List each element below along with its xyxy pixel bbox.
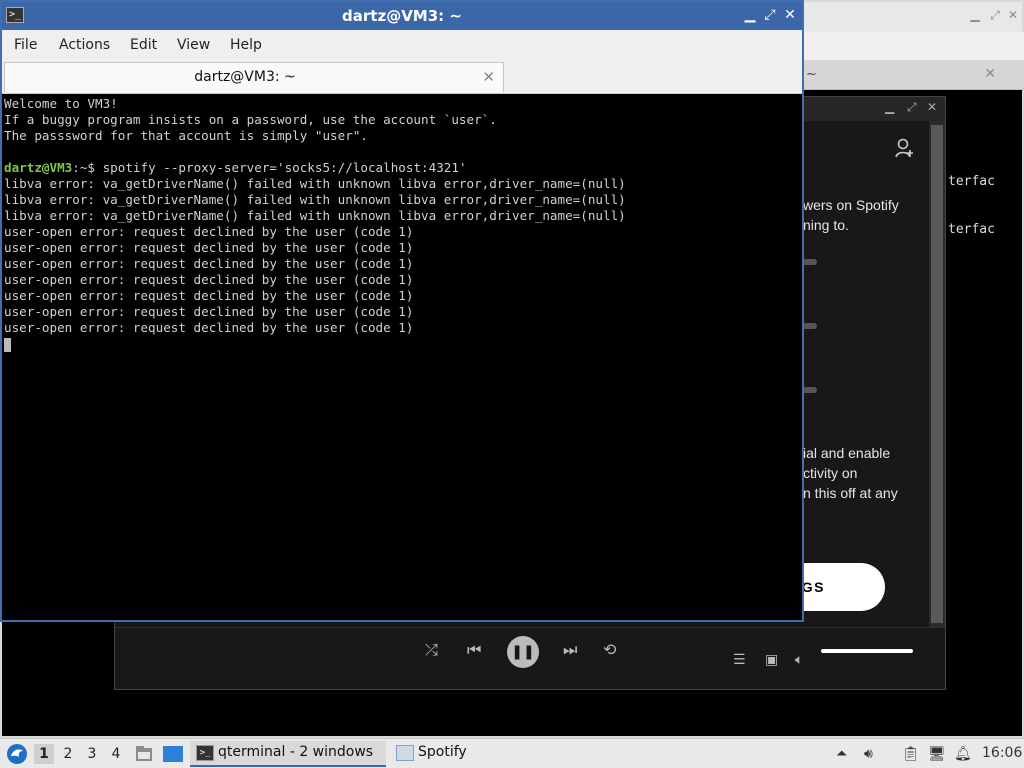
network-icon[interactable]: 🖥︎ bbox=[928, 746, 946, 762]
terminal-tabbar: dartz@VM3: ~ ✕ bbox=[2, 60, 802, 94]
terminal-output[interactable]: Welcome to VM3! If a buggy program insis… bbox=[2, 94, 802, 620]
text-cursor bbox=[4, 337, 11, 352]
maximize-icon[interactable]: ⤢ bbox=[988, 8, 1002, 22]
desktop-4-button[interactable]: 4 bbox=[106, 744, 126, 764]
terminal-line: user-open error: request declined by the… bbox=[4, 288, 414, 303]
clock[interactable]: 16:06 bbox=[982, 745, 1022, 761]
scrollbar-thumb[interactable] bbox=[931, 125, 943, 623]
terminal-line: libva error: va_getDriverName() failed w… bbox=[4, 176, 626, 191]
maximize-icon[interactable]: ⤢ bbox=[762, 7, 778, 23]
terminal-line: libva error: va_getDriverName() failed w… bbox=[4, 208, 626, 223]
minimize-icon[interactable]: ▁ bbox=[742, 7, 758, 23]
spotify-text: ning to. bbox=[803, 217, 849, 233]
menu-help[interactable]: Help bbox=[230, 37, 262, 53]
add-friend-icon[interactable] bbox=[895, 137, 915, 159]
terminal-tab[interactable]: dartz@VM3: ~ ✕ bbox=[4, 62, 504, 92]
close-icon[interactable]: ✕ bbox=[782, 7, 798, 23]
repeat-icon[interactable]: ⟲ bbox=[603, 640, 616, 659]
volume-icon[interactable]: 🔊︎ bbox=[864, 746, 873, 762]
tab-close-icon[interactable]: ✕ bbox=[482, 68, 495, 86]
maximize-icon[interactable]: ⤢ bbox=[907, 100, 917, 115]
queue-icon[interactable]: ☰ bbox=[733, 652, 746, 668]
menubar: File Actions Edit View Help bbox=[2, 30, 802, 60]
window-icon bbox=[396, 745, 414, 761]
scroll-up-icon[interactable]: ⏶ bbox=[836, 746, 847, 762]
terminal-line: user-open error: request declined by the… bbox=[4, 320, 414, 335]
terminal-titlebar[interactable]: >_ dartz@VM3: ~ ▁ ⤢ ✕ bbox=[2, 2, 802, 30]
background-terminal-text: terfac bbox=[948, 174, 995, 189]
desktop-2-button[interactable]: 2 bbox=[58, 744, 78, 764]
tab-label: ~ bbox=[806, 67, 817, 82]
menu-edit[interactable]: Edit bbox=[130, 37, 157, 53]
desktop-1-button[interactable]: 1 bbox=[34, 744, 54, 764]
app-menu-icon[interactable] bbox=[6, 743, 28, 765]
minimize-icon[interactable]: ▁ bbox=[885, 100, 894, 114]
background-window-menubar bbox=[802, 32, 1024, 60]
close-icon[interactable]: ✕ bbox=[927, 100, 937, 114]
task-label: qterminal - 2 windows bbox=[218, 744, 374, 760]
terminal-line: user-open error: request declined by the… bbox=[4, 304, 414, 319]
background-terminal-text: terfac bbox=[948, 222, 995, 237]
menu-view[interactable]: View bbox=[177, 37, 210, 53]
volume-slider[interactable] bbox=[821, 649, 913, 653]
file-manager-icon[interactable] bbox=[134, 744, 154, 764]
terminal-line: The passsword for that account is simply… bbox=[4, 128, 368, 143]
window-title: dartz@VM3: ~ bbox=[342, 7, 462, 25]
shuffle-icon[interactable]: ⤮ bbox=[425, 640, 438, 660]
menu-actions[interactable]: Actions bbox=[59, 37, 110, 53]
terminal-line: libva error: va_getDriverName() failed w… bbox=[4, 192, 626, 207]
spotify-scrollbar[interactable] bbox=[929, 121, 945, 627]
prompt-suffix: :~$ bbox=[72, 160, 103, 175]
cursor-line bbox=[4, 336, 800, 352]
terminal-line: user-open error: request declined by the… bbox=[4, 272, 414, 287]
task-spotify[interactable]: Spotify bbox=[390, 741, 500, 767]
minimize-icon[interactable]: ▁ bbox=[968, 8, 982, 22]
show-desktop-icon[interactable] bbox=[162, 744, 184, 764]
volume-icon[interactable]: 🔈︎ bbox=[795, 652, 803, 668]
prompt: dartz@VM3 bbox=[4, 160, 73, 175]
terminal-line: If a buggy program insists on a password… bbox=[4, 112, 497, 127]
task-label: Spotify bbox=[418, 744, 467, 760]
spotify-player-bar: ⤮ ⏮ ❚❚ ⏭ ⟲ ☰ ▣ 🔈︎ bbox=[115, 627, 945, 689]
connect-device-icon[interactable]: ▣ bbox=[765, 652, 778, 668]
terminal-line: Welcome to VM3! bbox=[4, 96, 118, 111]
terminal-window[interactable]: >_ dartz@VM3: ~ ▁ ⤢ ✕ File Actions Edit … bbox=[0, 0, 804, 622]
next-icon[interactable]: ⏭ bbox=[563, 640, 577, 660]
clipboard-icon[interactable]: 📋︎ bbox=[902, 746, 920, 762]
terminal-line: user-open error: request declined by the… bbox=[4, 256, 414, 271]
pause-button[interactable]: ❚❚ bbox=[507, 636, 539, 668]
terminal-line: user-open error: request declined by the… bbox=[4, 240, 414, 255]
previous-icon[interactable]: ⏮ bbox=[467, 640, 481, 660]
background-window-tab[interactable]: ~ ✕ bbox=[802, 60, 1024, 90]
desktop-3-button[interactable]: 3 bbox=[82, 744, 102, 764]
menu-file[interactable]: File bbox=[14, 37, 37, 53]
task-qterminal[interactable]: >_ qterminal - 2 windows bbox=[190, 741, 386, 767]
spotify-text: ctivity on bbox=[803, 465, 858, 481]
command-text: spotify --proxy-server='socks5://localho… bbox=[102, 160, 467, 175]
terminal-line: user-open error: request declined by the… bbox=[4, 224, 414, 239]
tab-close-icon[interactable]: ✕ bbox=[984, 66, 996, 82]
command-line: dartz@VM3:~$ spotify --proxy-server='soc… bbox=[4, 160, 800, 176]
spotify-text: ial and enable bbox=[803, 445, 891, 461]
spotify-text: n this off at any bbox=[803, 485, 898, 501]
terminal-icon: >_ bbox=[196, 745, 214, 761]
close-icon[interactable]: ✕ bbox=[1006, 8, 1020, 22]
taskbar: 1 2 3 4 >_ qterminal - 2 windows Spotify… bbox=[0, 738, 1024, 768]
tab-label: dartz@VM3: ~ bbox=[194, 69, 296, 85]
update-icon[interactable]: 🔔︎ bbox=[954, 746, 972, 762]
spotify-text: wers on Spotify bbox=[803, 197, 899, 213]
